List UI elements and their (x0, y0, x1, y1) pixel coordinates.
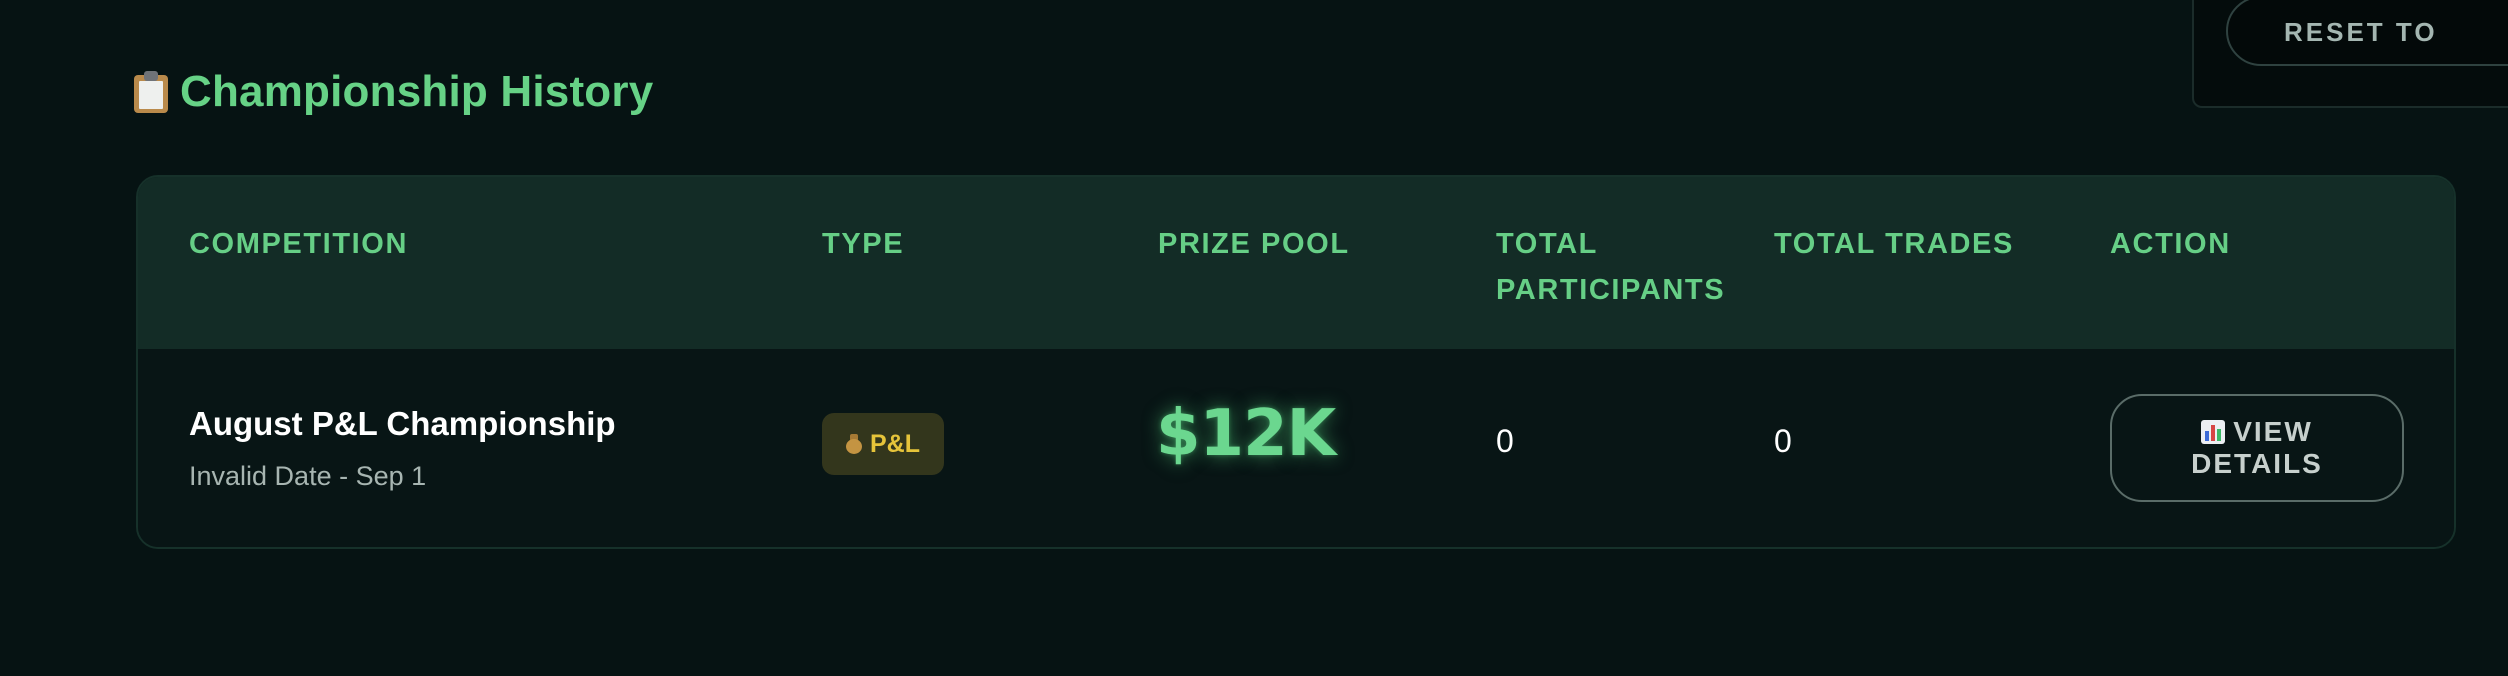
total-trades-value: 0 (1774, 423, 1792, 459)
top-right-panel: RESET TO (2192, 0, 2508, 108)
section-title: Championship History (134, 64, 653, 120)
page-title: Championship History (180, 67, 654, 116)
column-header-competition: COMPETITION (189, 228, 408, 260)
view-details-label-line2: DETAILS (2191, 448, 2323, 479)
bar-chart-icon (2201, 420, 2226, 444)
reset-button[interactable]: RESET TO (2226, 0, 2508, 66)
column-header-total-participants: TOTAL PARTICIPANTS (1496, 221, 1756, 313)
competition-dates: Invalid Date - Sep 1 (189, 461, 427, 491)
prize-pool-value: $12K (1156, 397, 1336, 471)
competition-name: August P&L Championship (189, 405, 616, 442)
type-badge: P&L (822, 413, 944, 475)
column-header-total-trades: TOTAL TRADES (1774, 228, 2014, 260)
championship-table: COMPETITION TYPE PRIZE POOL TOTAL PARTIC… (136, 175, 2456, 549)
table-row: August P&L Championship Invalid Date - S… (138, 349, 2454, 547)
column-header-prize-pool: PRIZE POOL (1158, 228, 1350, 260)
moneybag-icon (846, 434, 862, 454)
total-participants-value: 0 (1496, 423, 1514, 459)
type-badge-label: P&L (870, 429, 920, 458)
column-header-total-participants-line1: TOTAL (1496, 228, 1598, 260)
view-details-label-line1: VIEW (2233, 416, 2313, 447)
table-header: COMPETITION TYPE PRIZE POOL TOTAL PARTIC… (138, 177, 2454, 349)
view-details-button[interactable]: VIEW DETAILS (2110, 394, 2404, 502)
column-header-action: ACTION (2110, 228, 2231, 260)
column-header-total-participants-line2: PARTICIPANTS (1496, 274, 1726, 306)
column-header-type: TYPE (822, 228, 905, 260)
clipboard-icon (134, 71, 168, 113)
